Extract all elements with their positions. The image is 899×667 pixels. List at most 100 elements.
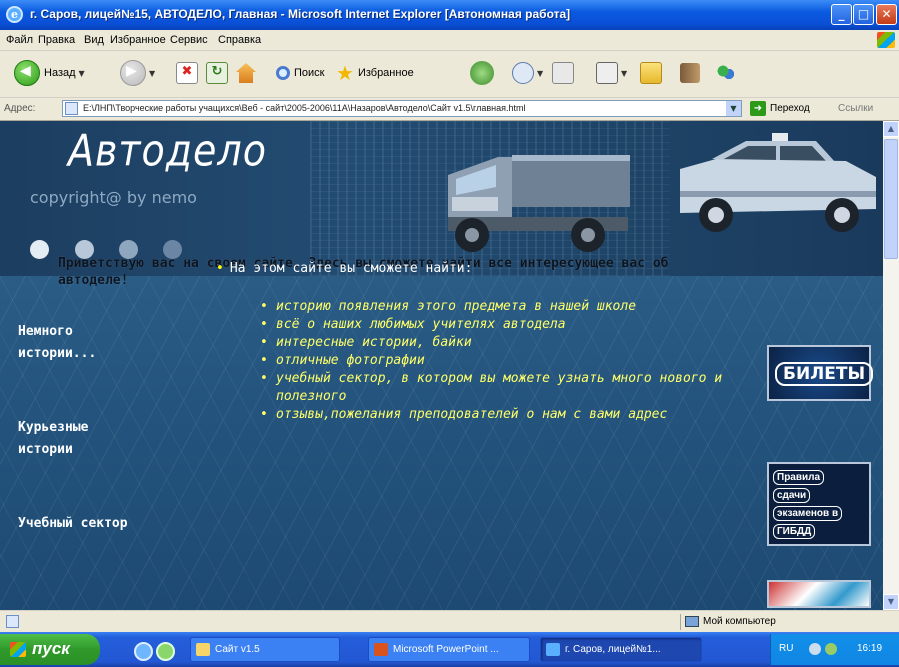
folder-icon — [196, 643, 210, 656]
copyright-text: copyright@ by nemo — [30, 188, 197, 207]
ie-icon — [546, 643, 560, 656]
chevron-down-icon[interactable]: ▼ — [621, 69, 627, 78]
rules-label-line: ГИБДД — [773, 524, 816, 539]
printer-icon — [552, 62, 574, 84]
search-label: Поиск — [294, 67, 325, 79]
books-icon — [680, 63, 700, 83]
media-quicklaunch-icon[interactable] — [156, 642, 175, 661]
start-label: пуск — [32, 639, 70, 658]
list-item: отличные фотографии — [256, 352, 756, 370]
menu-edit[interactable]: Правка — [38, 34, 75, 46]
refresh-button[interactable]: ↻ — [206, 60, 228, 86]
history-icon — [470, 61, 494, 85]
address-input[interactable]: E:\ЛНП\Творческие работы учащихся\Веб - … — [62, 100, 742, 117]
back-button[interactable]: ◀ Назад ▼ — [14, 60, 85, 86]
powerpoint-icon — [374, 643, 388, 656]
taskbar-item-label: Сайт v1.5 — [215, 644, 260, 655]
maximize-button[interactable]: □ — [853, 4, 874, 25]
minimize-button[interactable]: _ — [831, 4, 852, 25]
star-icon: ★ — [336, 61, 354, 85]
list-item: всё о наших любимых учителях автодела — [256, 316, 756, 334]
history-button[interactable] — [470, 60, 494, 86]
taskbar-item[interactable]: г. Саров, лицей№1... — [540, 637, 702, 662]
taskbar-item[interactable]: Сайт v1.5 — [190, 637, 340, 662]
nav-link-study-sector[interactable]: Учебный сектор — [18, 513, 138, 535]
list-item: отзывы,пожелания преподователей о нам с … — [256, 406, 756, 424]
taskbar-item[interactable]: Microsoft PowerPoint ... — [368, 637, 530, 662]
nav-link-history[interactable]: Немного истории... — [18, 321, 138, 365]
links-button[interactable]: Ссылки — [838, 103, 873, 114]
list-item: историю появления этого предмета в нашей… — [256, 298, 756, 316]
menu-file[interactable]: Файл — [6, 34, 33, 46]
home-button[interactable] — [236, 60, 256, 86]
menu-help[interactable]: Справка — [218, 34, 261, 46]
stop-icon: ✖ — [176, 62, 198, 84]
windows-logo-icon — [10, 642, 26, 657]
back-arrow-icon: ◀ — [14, 60, 40, 86]
chevron-down-icon[interactable]: ▼ — [726, 101, 741, 116]
computer-icon — [685, 616, 699, 627]
rules-label-line: сдачи — [773, 488, 811, 503]
folder-button[interactable] — [640, 60, 662, 86]
scroll-thumb[interactable] — [884, 139, 898, 259]
language-indicator[interactable]: RU — [779, 643, 793, 654]
search-icon — [276, 66, 290, 80]
tray-app-icon[interactable] — [825, 643, 837, 655]
forward-button[interactable]: ▶ ▼ — [120, 60, 155, 86]
scroll-down-icon[interactable]: ▼ — [883, 594, 899, 610]
menu-view[interactable]: Вид — [84, 34, 104, 46]
zone-label: Мой компьютер — [703, 616, 776, 627]
go-button[interactable]: Переход — [770, 103, 810, 114]
menu-favorites[interactable]: Избранное — [110, 34, 166, 46]
intro-line: • На этом сайте вы сможете найти: — [216, 261, 472, 276]
close-button[interactable]: ✕ — [876, 4, 897, 25]
stop-button[interactable]: ✖ — [176, 60, 198, 86]
status-bar: Мой компьютер — [0, 610, 899, 633]
toolbar: ◀ Назад ▼ ▶ ▼ ✖ ↻ Поиск ★ Избранное ▼ ▼ — [0, 51, 899, 98]
site-banner: Автодело copyright@ by nemo — [0, 121, 883, 276]
chevron-down-icon[interactable]: ▼ — [537, 69, 543, 78]
refresh-icon: ↻ — [206, 62, 228, 84]
taskbar-item-label: Microsoft PowerPoint ... — [393, 644, 499, 655]
mail-icon — [512, 62, 534, 84]
go-arrow-icon[interactable]: ➜ — [750, 101, 766, 116]
print-button[interactable] — [552, 60, 574, 86]
start-button[interactable]: пуск — [0, 634, 100, 665]
decor-dot — [30, 240, 49, 259]
rules-label-line: экзаменов в — [773, 506, 843, 521]
edit-button[interactable]: ▼ — [596, 60, 627, 86]
ie-quicklaunch-icon[interactable] — [134, 642, 153, 661]
window-title-bar[interactable]: e г. Саров, лицей№15, АВТОДЕЛО, Главная … — [0, 0, 899, 30]
chevron-down-icon[interactable]: ▼ — [79, 69, 85, 78]
search-button[interactable]: Поиск — [276, 60, 324, 86]
messenger-icon — [716, 63, 736, 83]
menu-tools[interactable]: Сервис — [170, 34, 208, 46]
taskbar-item-label: г. Саров, лицей№1... — [565, 644, 661, 655]
messenger-button[interactable] — [716, 60, 736, 86]
mail-button[interactable]: ▼ — [512, 60, 543, 86]
vertical-scrollbar[interactable]: ▲ ▼ — [883, 121, 899, 610]
image-link-button[interactable] — [767, 580, 871, 608]
exam-rules-button[interactable]: Правила сдачи экзаменов в ГИБДД — [767, 462, 871, 546]
intro-text: На этом сайте вы сможете найти: — [229, 261, 473, 276]
research-button[interactable] — [680, 60, 700, 86]
favorites-button[interactable]: ★ Избранное — [336, 60, 414, 86]
favorites-label: Избранное — [357, 67, 414, 79]
system-tray: RU 16:19 — [770, 634, 899, 665]
network-icon[interactable] — [809, 643, 821, 655]
back-label: Назад — [44, 67, 76, 79]
scroll-up-icon[interactable]: ▲ — [883, 121, 899, 137]
page-icon — [65, 102, 78, 115]
address-label: Адрес: — [4, 103, 36, 114]
address-url[interactable]: E:\ЛНП\Творческие работы учащихся\Веб - … — [83, 103, 713, 113]
home-icon — [236, 63, 256, 83]
chevron-down-icon[interactable]: ▼ — [149, 69, 155, 78]
tickets-button[interactable]: БИЛЕТЫ — [767, 345, 874, 401]
menu-bar: Файл Правка Вид Избранное Сервис Справка — [0, 30, 899, 51]
taskbar: пуск Сайт v1.5 Microsoft PowerPoint ... … — [0, 632, 899, 667]
nav-link-funny-stories[interactable]: Курьезные истории — [18, 417, 138, 461]
folder-icon — [640, 62, 662, 84]
windows-logo-icon — [877, 32, 895, 48]
address-bar: Адрес: E:\ЛНП\Творческие работы учащихся… — [0, 98, 899, 121]
site-title: Автодело — [68, 125, 267, 176]
